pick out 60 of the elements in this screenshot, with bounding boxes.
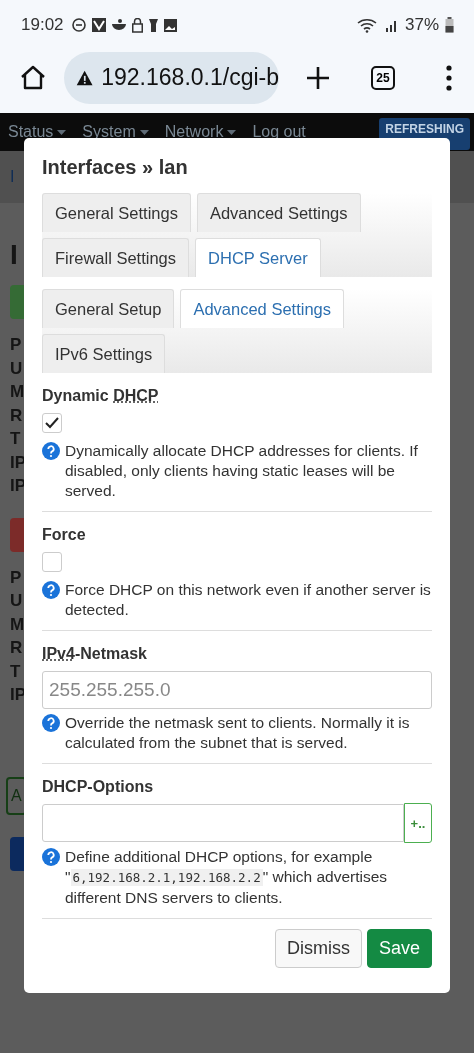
row-label: M <box>10 613 26 636</box>
field-label: Dynamic DHCP <box>42 387 160 405</box>
battery-icon <box>445 17 454 33</box>
row-label: M <box>10 381 26 403</box>
nav-menu[interactable]: Network <box>164 123 224 141</box>
dismiss-button[interactable]: Dismiss <box>274 929 362 968</box>
tab[interactable]: DHCP Server <box>195 238 321 277</box>
caret-icon <box>227 129 237 135</box>
tab-count-button[interactable]: 25 <box>371 65 395 90</box>
field-label: IPv4-Netmask <box>42 645 148 663</box>
help-icon <box>42 581 60 599</box>
modal-title: Interfaces » lan <box>42 156 189 179</box>
menu-icon[interactable] <box>445 64 453 91</box>
do-not-disturb-icon <box>71 18 86 32</box>
field-label: DHCP-Options <box>42 778 155 796</box>
help-icon <box>42 442 60 460</box>
tab[interactable]: IPv6 Settings <box>42 334 166 373</box>
address-bar[interactable]: 192.168.0.1/cgi-b <box>64 51 279 104</box>
field-description: Override the netmask sent to clients. Normally it is calculated from the subnet that is served. <box>65 713 411 753</box>
row-label: U <box>10 357 24 380</box>
caret-icon <box>139 129 149 135</box>
add-option-button[interactable]: +.. <box>404 803 432 843</box>
plus-icon[interactable] <box>305 64 331 91</box>
clock: 19:02 <box>21 15 64 35</box>
wifi-icon <box>356 17 379 33</box>
app-icon <box>91 18 106 32</box>
field-description: Define additional DHCP options, for example "6,192.168.2.1,192.168.2.2" which advertises different DNS servers to clients. <box>65 847 389 908</box>
tab[interactable]: Advanced Settings <box>180 289 344 328</box>
tab[interactable]: General Settings <box>42 193 191 232</box>
tab[interactable]: Firewall Settings <box>42 238 190 277</box>
caret-icon <box>57 129 67 135</box>
checkbox[interactable] <box>42 413 62 433</box>
nav-menu[interactable]: System <box>82 123 136 141</box>
row-label: U <box>10 590 24 612</box>
netmask-input[interactable]: 255.255.255.0 <box>42 671 432 709</box>
row-label: T <box>10 660 22 683</box>
row-label: R <box>10 637 24 659</box>
home-icon[interactable] <box>19 63 47 92</box>
flashlight-icon <box>148 18 158 32</box>
battery-percent: 37% <box>404 15 439 35</box>
row-label: R <box>10 404 24 427</box>
save-button[interactable]: Save <box>366 929 432 968</box>
checkbox[interactable] <box>42 552 62 572</box>
field-description: Dynamically allocate DHCP addresses for clients. If disabled, only clients having static leases will be served. <box>65 441 419 501</box>
bowl-icon <box>111 19 126 31</box>
url-text: 192.168.0.1/cgi-b <box>101 64 279 91</box>
page-heading: I <box>10 239 18 271</box>
help-icon <box>42 714 60 732</box>
row-label: T <box>10 428 22 450</box>
image-icon <box>163 18 177 32</box>
field-label: Force <box>42 526 87 544</box>
row-label: P <box>10 566 23 589</box>
tab[interactable]: Advanced Settings <box>196 193 361 232</box>
row-label: P <box>10 334 23 356</box>
options-input[interactable] <box>42 804 404 842</box>
help-icon <box>42 848 60 866</box>
nav-menu[interactable]: Status <box>8 123 54 141</box>
field-description: Force DHCP on this network even if another server is detected. <box>65 580 432 620</box>
tab[interactable]: General Setup <box>42 289 175 328</box>
lock-icon <box>131 17 143 33</box>
